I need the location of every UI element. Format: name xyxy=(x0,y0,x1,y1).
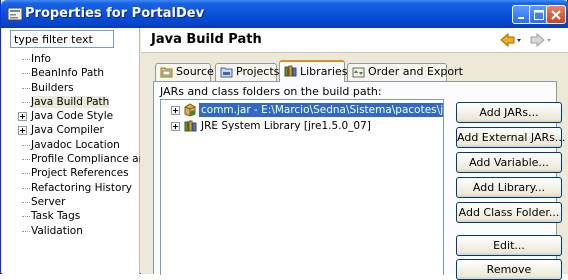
tree-connector xyxy=(22,159,30,161)
tree-item-java-build-path[interactable]: Java Build Path xyxy=(2,95,140,109)
close-button[interactable] xyxy=(546,5,566,24)
tree-item-project-references[interactable]: Project References xyxy=(2,166,140,180)
tree-item-label: Info xyxy=(31,53,51,65)
projects-icon xyxy=(220,67,233,78)
tree-item-task-tags[interactable]: Task Tags xyxy=(2,209,140,223)
tree-item-label: Java Build Path xyxy=(31,95,110,108)
order-export-icon xyxy=(352,67,365,78)
tree-connector xyxy=(22,230,30,232)
tree-connector xyxy=(22,173,30,175)
library-icon xyxy=(184,120,197,132)
expand-icon[interactable] xyxy=(171,122,180,131)
tree-connector xyxy=(22,59,30,60)
minimize-icon xyxy=(518,16,524,19)
back-arrow-icon[interactable] xyxy=(499,33,523,47)
tree-item-label: Builders xyxy=(31,81,74,94)
tree-item-label: BeanInfo Path xyxy=(31,67,105,80)
forward-arrow-icon[interactable] xyxy=(529,33,553,47)
tree-item-label: Javadoc Location xyxy=(31,138,120,151)
source-folder-icon xyxy=(160,67,173,78)
list-item[interactable]: JRE System Library [jre1.5.0_07] xyxy=(161,118,443,134)
libraries-description: JARs and class folders on the build path… xyxy=(160,85,382,98)
edit-button[interactable]: Edit... xyxy=(456,235,562,256)
list-item-label: JRE System Library [jre1.5.0_07] xyxy=(201,120,371,132)
tree-connector xyxy=(22,187,30,189)
tree-item-label: Project References xyxy=(31,167,129,180)
eclipse-app-icon xyxy=(7,7,23,21)
tree-item-label: Validation xyxy=(31,224,83,237)
tree-item-label: Refactoring History xyxy=(31,181,132,194)
tab-projects-label: Projects xyxy=(236,65,280,78)
build-path-entries-list[interactable]: comm.jar - E:\Marcio\Sedna\Sistema\pacot… xyxy=(160,99,444,275)
maximize-icon xyxy=(534,9,544,20)
tree-item-java-code-style[interactable]: Java Code Style xyxy=(2,109,140,123)
tree-item-profile-compliance-and-va[interactable]: Profile Compliance and Va xyxy=(2,152,140,166)
properties-dialog: Properties for PortalDev Info BeanInfo Pa… xyxy=(0,0,568,280)
tab-source[interactable]: Source xyxy=(155,63,214,81)
title-bar[interactable]: Properties for PortalDev xyxy=(1,0,568,28)
tab-libraries[interactable]: Libraries xyxy=(279,60,348,82)
tree-connector xyxy=(22,144,30,146)
expand-icon[interactable] xyxy=(18,112,27,122)
tree-item-label: Server xyxy=(31,195,66,208)
add-library-button[interactable]: Add Library... xyxy=(456,177,562,198)
add-external-jars-button[interactable]: Add External JARs... xyxy=(456,127,565,148)
filter-input[interactable] xyxy=(10,30,114,48)
list-item-label: comm.jar - E:\Marcio\Sedna\Sistema\pacot… xyxy=(198,102,443,118)
tree-item-label: Java Compiler xyxy=(31,124,104,137)
tab-order-and-export[interactable]: Order and Export xyxy=(347,63,463,81)
libraries-icon xyxy=(284,65,297,77)
tab-order-and-export-label: Order and Export xyxy=(368,65,463,78)
tree-item-server[interactable]: Server xyxy=(2,195,140,209)
jar-icon xyxy=(184,103,196,117)
tree-item-java-compiler[interactable]: Java Compiler xyxy=(2,123,140,137)
page-title: Java Build Path xyxy=(151,32,262,47)
property-navigation-panel: Info BeanInfo PathBuildersJava Build Path… xyxy=(2,28,140,274)
tree-item-builders[interactable]: Builders xyxy=(2,81,140,95)
add-class-folder-button[interactable]: Add Class Folder... xyxy=(456,202,562,223)
tab-projects[interactable]: Projects xyxy=(215,63,280,81)
property-page: Java Build Path Source Projects Librarie… xyxy=(141,28,568,280)
tree-item-refactoring-history[interactable]: Refactoring History xyxy=(2,181,140,195)
remove-button[interactable]: Remove xyxy=(456,259,562,280)
add-jars-button[interactable]: Add JARs... xyxy=(456,102,562,123)
tree-connector xyxy=(22,101,30,103)
tree-connector xyxy=(22,216,30,218)
window-title: Properties for PortalDev xyxy=(25,6,205,21)
tab-libraries-label: Libraries xyxy=(300,65,348,78)
tree-item-beaninfo-path[interactable]: BeanInfo Path xyxy=(2,66,140,80)
tree-connector xyxy=(22,87,30,89)
tree-connector xyxy=(22,73,30,75)
list-item[interactable]: comm.jar - E:\Marcio\Sedna\Sistema\pacot… xyxy=(161,102,443,118)
tree-item-javadoc-location[interactable]: Javadoc Location xyxy=(2,138,140,152)
tree-item-info[interactable]: Info xyxy=(2,52,140,66)
close-icon xyxy=(551,9,561,20)
tree-connector xyxy=(22,201,30,203)
add-variable-button[interactable]: Add Variable... xyxy=(456,152,562,173)
property-tree: Info BeanInfo Path Builders Java Build Path… xyxy=(2,52,140,238)
expand-icon[interactable] xyxy=(171,106,180,115)
tab-source-label: Source xyxy=(176,65,214,78)
tree-item-label: Profile Compliance and Va xyxy=(31,153,140,166)
tree-item-label: Task Tags xyxy=(31,210,81,223)
page-header: Java Build Path xyxy=(141,28,568,53)
expand-icon[interactable] xyxy=(18,126,27,136)
tree-item-validation[interactable]: Validation xyxy=(2,224,140,238)
libraries-tab-content: JARs and class folders on the build path… xyxy=(153,81,565,280)
tree-item-label: Java Code Style xyxy=(31,110,114,123)
